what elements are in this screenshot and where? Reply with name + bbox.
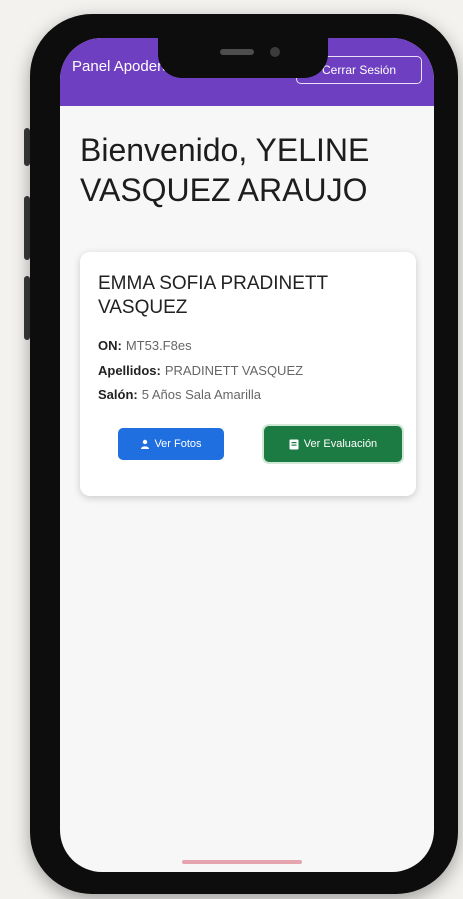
field-label: ON: — [98, 338, 122, 353]
student-classroom-field: Salón: 5 Años Sala Amarilla — [98, 387, 261, 402]
field-value: 5 Años Sala Amarilla — [141, 387, 261, 402]
student-card: EMMA SOFIA PRADINETT VASQUEZ ON: MT53.F8e… — [80, 252, 416, 496]
view-evaluation-button[interactable]: Ver Evaluación — [264, 426, 402, 462]
welcome-heading: Bienvenido, YELINE VASQUEZ ARAUJO — [80, 132, 370, 208]
field-label: Apellidos: — [98, 363, 161, 378]
phone-notch — [158, 38, 328, 78]
phone-frame: Panel Apoderados Cerrar Sesión Bienvenid… — [30, 14, 458, 894]
student-id-field: ON: MT53.F8es — [98, 338, 192, 353]
book-icon — [289, 439, 299, 450]
speaker-grille — [220, 49, 254, 55]
student-name: EMMA SOFIA PRADINETT VASQUEZ — [98, 273, 328, 318]
view-photos-button[interactable]: Ver Fotos — [118, 428, 224, 460]
student-surname-field: Apellidos: PRADINETT VASQUEZ — [98, 363, 303, 378]
field-label: Salón: — [98, 387, 138, 402]
view-photos-label: Ver Fotos — [154, 438, 202, 450]
home-indicator — [182, 860, 302, 864]
view-evaluation-label: Ver Evaluación — [303, 438, 378, 450]
field-value: MT53.F8es — [125, 338, 192, 353]
phone-screen: Panel Apoderados Cerrar Sesión Bienvenid… — [60, 38, 434, 872]
front-camera — [270, 47, 280, 57]
field-value: PRADINETT VASQUEZ — [164, 363, 304, 378]
user-icon — [140, 439, 150, 449]
